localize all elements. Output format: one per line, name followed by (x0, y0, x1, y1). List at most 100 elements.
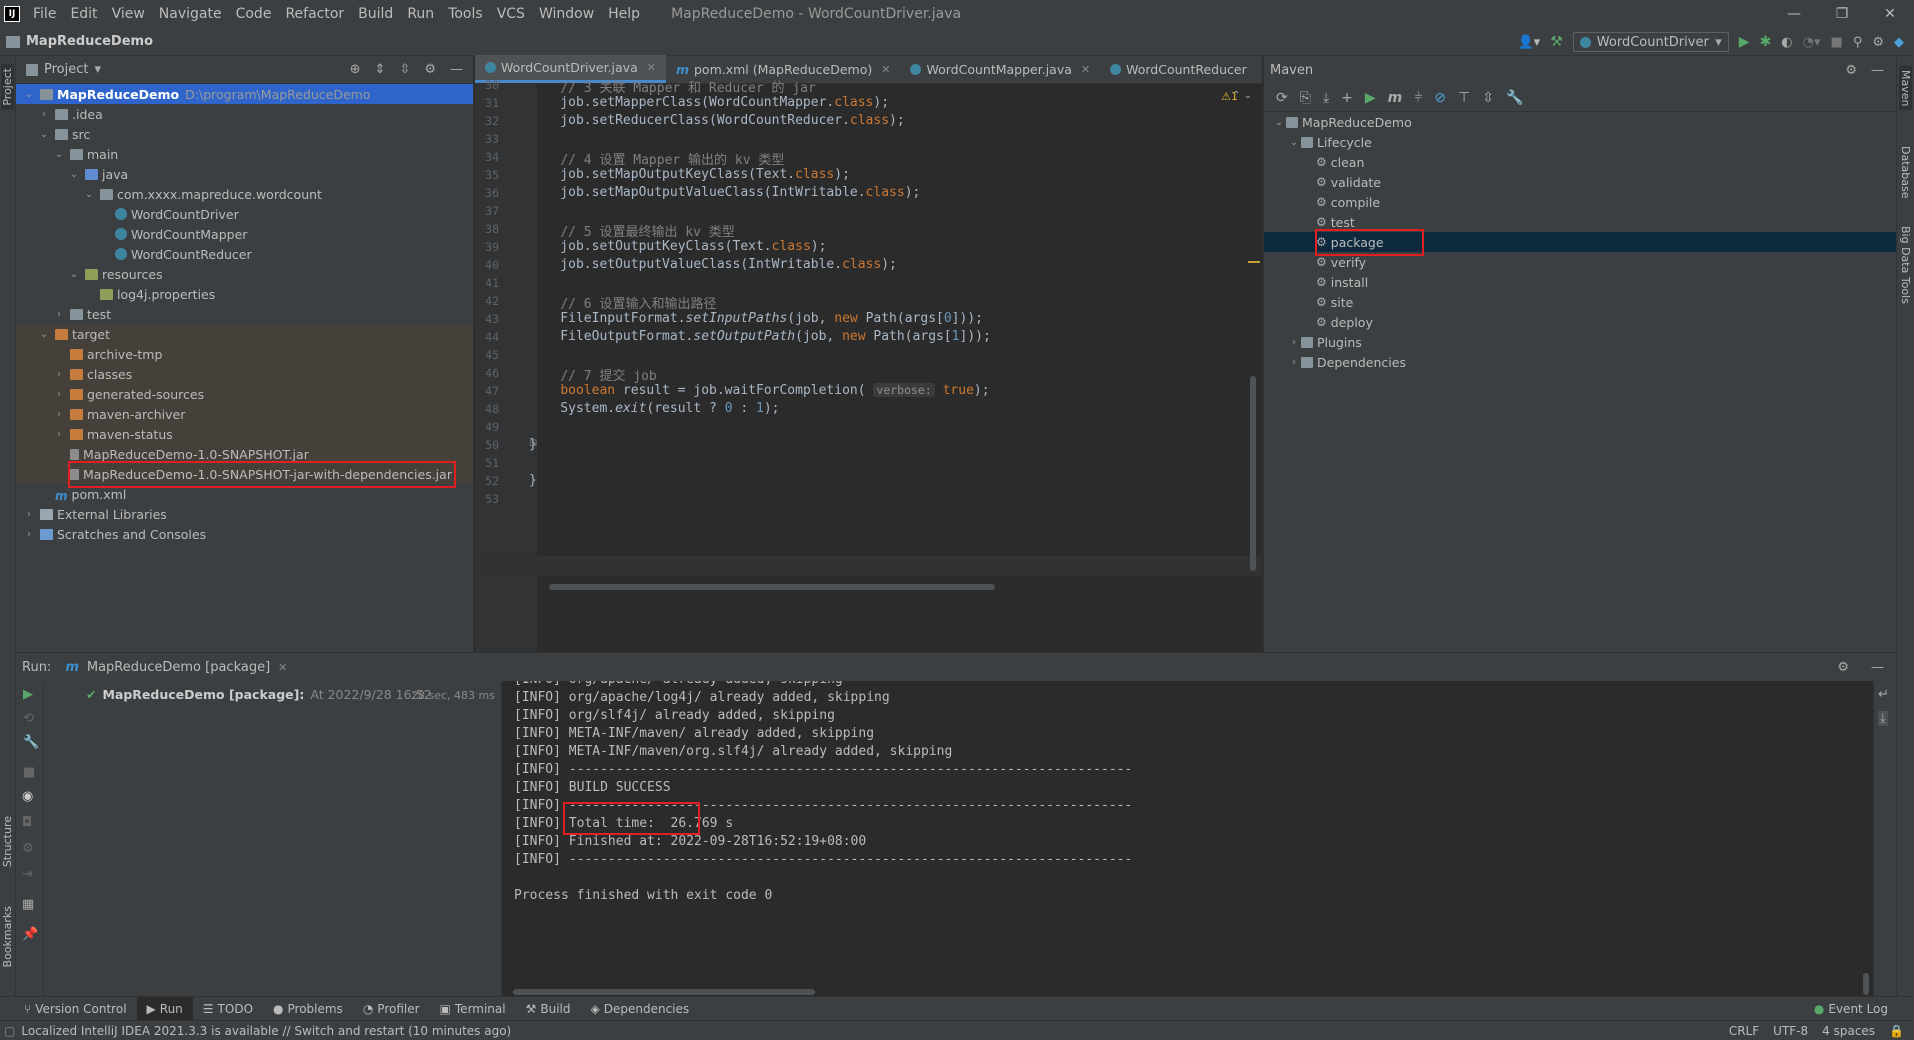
menu-item-vcs[interactable]: VCS (490, 6, 532, 22)
close-tab-icon[interactable]: ✕ (1081, 63, 1090, 76)
chevron-right-icon[interactable]: › (1287, 357, 1301, 368)
close-icon[interactable]: ✕ (1866, 0, 1914, 28)
tree-item[interactable]: › generated-sources (16, 384, 473, 404)
console-vertical-scrollbar[interactable] (1863, 973, 1869, 995)
tree-item[interactable]: ⌄ java (16, 164, 473, 184)
user-icon[interactable]: 👤▾ (1518, 35, 1541, 50)
locate-icon[interactable]: ⊕ (350, 62, 361, 77)
search-icon[interactable]: ⚲ (1853, 35, 1863, 50)
maven-options-gear-icon[interactable]: ⚙ (1845, 63, 1857, 78)
hide-icon[interactable]: — (450, 62, 463, 77)
show-diagram-icon[interactable]: ⊤ (1458, 90, 1470, 106)
tree-item[interactable]: ⌄ main (16, 144, 473, 164)
wrench-icon[interactable]: 🔧 (23, 735, 39, 750)
tree-item[interactable]: m pom.xml (16, 484, 473, 504)
big-data-tools-button[interactable]: Big Data Tools (1899, 226, 1912, 304)
tool-window-terminal[interactable]: ▣ Terminal (430, 997, 516, 1021)
tool-window-run[interactable]: ▶ Run (136, 996, 193, 1021)
debug-icon[interactable]: ✱ (1760, 34, 1772, 50)
login-icon[interactable]: ⇥ (22, 867, 33, 882)
tool-window-version-control[interactable]: ⑂ Version Control (14, 997, 137, 1021)
tool-window-problems[interactable]: ● Problems (263, 997, 353, 1021)
chevron-down-icon[interactable]: ⌄ (67, 269, 81, 280)
run-tab[interactable]: MapReduceDemo [package] (87, 660, 270, 675)
maven-tree-item[interactable]: › Dependencies (1264, 352, 1896, 372)
rerun-icon[interactable]: ▶ (23, 687, 33, 702)
nav-arrows[interactable]: ⌃ ⌄ (1232, 90, 1252, 101)
hide-icon[interactable]: — (1871, 660, 1884, 675)
maven-goal-install[interactable]: ⚙ install (1264, 272, 1896, 292)
settings-icon[interactable]: ⚙ (22, 841, 34, 856)
reload-icon[interactable]: ⟳ (1276, 90, 1288, 106)
tool-window-build[interactable]: ⚒ Build (516, 997, 581, 1021)
camera-icon[interactable]: ◘ (22, 815, 32, 830)
maven-tree-item[interactable]: › Plugins (1264, 332, 1896, 352)
tree-item[interactable]: › Scratches and Consoles (16, 524, 473, 544)
console-output[interactable]: [INFO] org/apache/ already added, skippi… (503, 681, 1873, 997)
tree-item[interactable]: ⌄ com.xxxx.mapreduce.wordcount (16, 184, 473, 204)
tree-item[interactable]: ⌄ MapReduceDemo D:\program\MapReduceDemo (16, 84, 473, 104)
restore-icon[interactable]: ❐ (1818, 0, 1866, 28)
project-tool-button[interactable]: Project (1, 64, 14, 110)
collapse-all-icon[interactable]: ⇳ (399, 62, 410, 77)
menu-item-build[interactable]: Build (351, 6, 400, 22)
tree-item[interactable]: › maven-status (16, 424, 473, 444)
options-gear-icon[interactable]: ⚙ (424, 62, 436, 77)
run-configuration-select[interactable]: WordCountDriver ▾ (1572, 32, 1729, 52)
add-icon[interactable]: + (1341, 90, 1353, 106)
soft-wrap-icon[interactable]: ↵ (1878, 687, 1889, 702)
chevron-right-icon[interactable]: › (1287, 337, 1301, 348)
menu-item-navigate[interactable]: Navigate (152, 6, 229, 22)
breadcrumb[interactable]: MapReduceDemo (6, 34, 153, 49)
file-encoding[interactable]: UTF-8 (1773, 1024, 1808, 1038)
chevron-right-icon[interactable]: › (52, 409, 66, 420)
tree-item[interactable]: archive-tmp (16, 344, 473, 364)
maven-goal-package[interactable]: ⚙ package (1264, 232, 1896, 252)
run-tree-item[interactable]: ✔ MapReduceDemo [package]: At 2022/9/28 … (86, 687, 432, 702)
minimize-icon[interactable]: — (1770, 0, 1818, 28)
tree-item[interactable]: › test (16, 304, 473, 324)
menu-item-view[interactable]: View (105, 6, 152, 22)
menu-item-help[interactable]: Help (601, 6, 647, 22)
menu-item-edit[interactable]: Edit (63, 6, 104, 22)
toggle-offline-icon[interactable]: ⫩ (1414, 90, 1422, 106)
vertical-scrollbar[interactable] (1250, 376, 1256, 571)
pin-icon[interactable]: 📌 (22, 927, 38, 942)
layout-icon[interactable]: ▦ (22, 897, 34, 912)
rerun-failed-icon[interactable]: ⟲ (23, 711, 34, 726)
skip-tests-icon[interactable]: ⊘ (1434, 90, 1446, 106)
tree-item[interactable]: WordCountDriver (16, 204, 473, 224)
chevron-right-icon[interactable]: › (22, 529, 36, 540)
run-goal-icon[interactable]: ▶ (1365, 90, 1376, 106)
plugin-icon[interactable]: ◆ (1894, 35, 1904, 50)
close-tab-icon[interactable]: ✕ (881, 63, 890, 76)
maven-goal-validate[interactable]: ⚙ validate (1264, 172, 1896, 192)
maven-goal-clean[interactable]: ⚙ clean (1264, 152, 1896, 172)
tree-item[interactable]: MapReduceDemo-1.0-SNAPSHOT.jar (16, 444, 473, 464)
hide-icon[interactable]: — (1871, 63, 1884, 78)
coverage-icon[interactable]: ◐ (1781, 35, 1792, 50)
reimport-icon[interactable]: ⎘ (1300, 90, 1311, 106)
close-tab-icon[interactable]: ✕ (278, 661, 287, 674)
editor-tab[interactable]: WordCountReducer (1100, 55, 1257, 83)
menu-item-code[interactable]: Code (229, 6, 279, 22)
menu-item-window[interactable]: Window (532, 6, 601, 22)
menu-item-refactor[interactable]: Refactor (278, 6, 351, 22)
chevron-right-icon[interactable]: › (52, 429, 66, 440)
tree-item[interactable]: › External Libraries (16, 504, 473, 524)
tree-item[interactable]: › classes (16, 364, 473, 384)
menu-item-run[interactable]: Run (400, 6, 441, 22)
maven-goal-test[interactable]: ⚙ test (1264, 212, 1896, 232)
tree-item[interactable]: ⌄ target (16, 324, 473, 344)
maven-tree-item[interactable]: ⌄ MapReduceDemo (1264, 112, 1896, 132)
collapse-icon[interactable]: ⇳ (1482, 90, 1494, 106)
maven-tool-button[interactable]: Maven (1899, 66, 1912, 111)
bookmarks-tool-button[interactable]: Bookmarks (1, 906, 14, 967)
chevron-right-icon[interactable]: › (37, 109, 51, 120)
menu-item-tools[interactable]: Tools (441, 6, 490, 22)
execute-goal-icon[interactable]: m (1388, 90, 1403, 106)
chevron-right-icon[interactable]: › (52, 389, 66, 400)
tree-item[interactable]: MapReduceDemo-1.0-SNAPSHOT-jar-with-depe… (16, 464, 473, 484)
profile-icon[interactable]: ◔▾ (1803, 35, 1821, 50)
build-hammer-icon[interactable]: ⚒ (1550, 34, 1563, 50)
